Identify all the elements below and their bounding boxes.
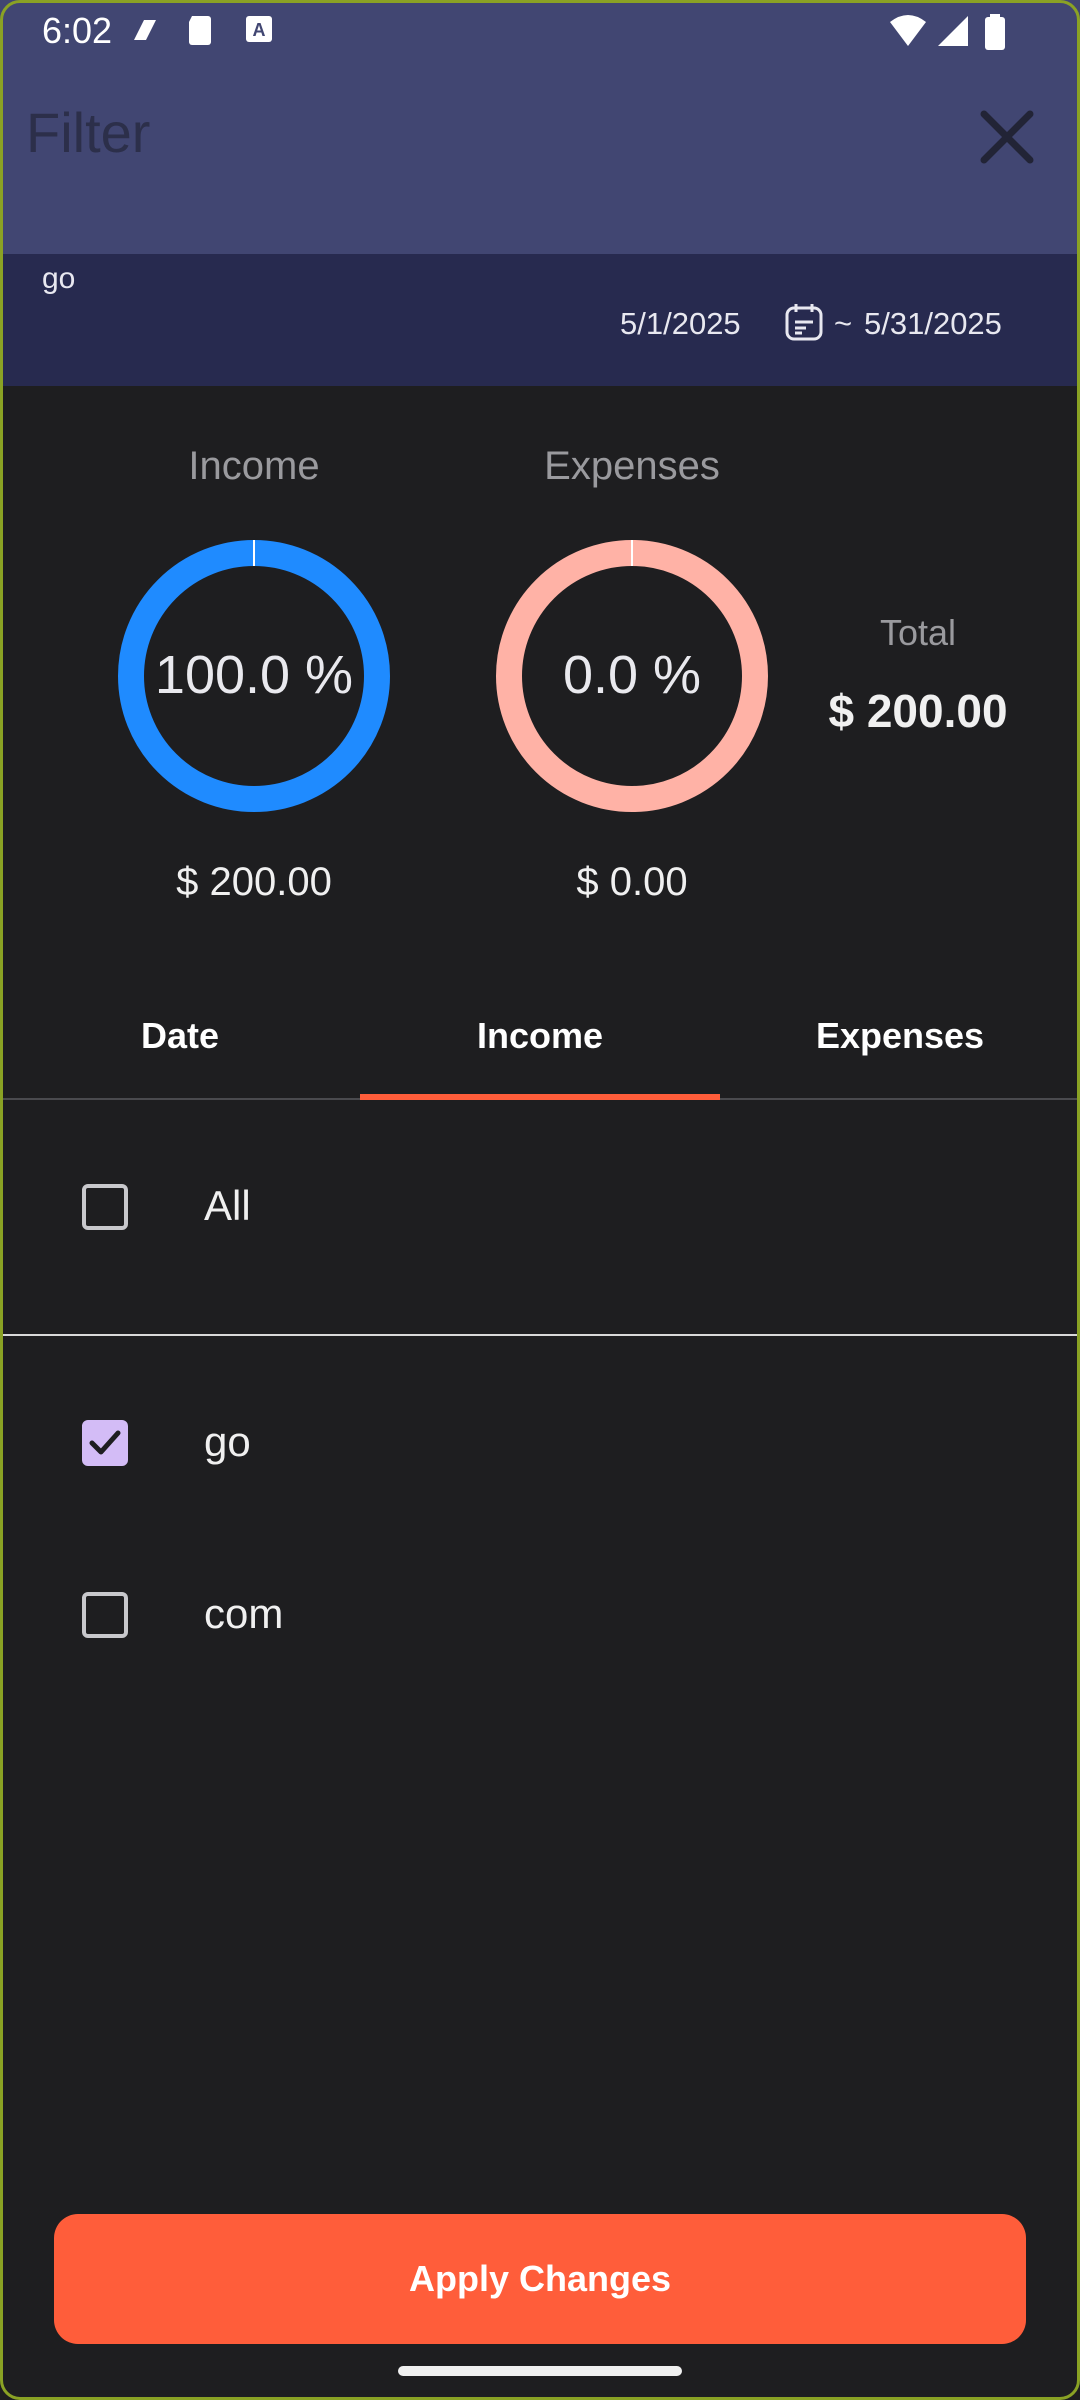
start-date[interactable]: 5/1/2025 [620, 306, 741, 342]
battery-icon [985, 14, 1005, 50]
list-item-all[interactable]: All [0, 1148, 1080, 1268]
home-indicator[interactable] [398, 2366, 682, 2376]
date-separator: ~ [834, 306, 853, 341]
all-checkbox[interactable] [82, 1184, 128, 1230]
all-label: All [204, 1182, 251, 1229]
date-range-bar: go 5/1/2025 ~ 5/31/2025 [0, 254, 1080, 386]
tab-date[interactable]: Date [0, 976, 360, 1096]
total-amount: $ 200.00 [828, 685, 1008, 737]
expenses-percent: 0.0 % [562, 645, 702, 705]
go-checkbox[interactable] [82, 1420, 128, 1466]
sd-card-icon [189, 16, 211, 45]
income-summary-label: Income [188, 444, 320, 488]
notification-icon [134, 20, 156, 40]
wifi-icon [890, 15, 926, 46]
status-time: 6:02 [42, 10, 113, 51]
tab-indicator [360, 1094, 720, 1100]
income-amount: $ 200.00 [176, 860, 332, 904]
apply-changes-button[interactable]: Apply Changes [54, 2214, 1026, 2344]
list-item[interactable]: com [0, 1556, 1080, 1676]
status-bar: 6:02 A [0, 0, 1080, 62]
tab-income[interactable]: Income [360, 976, 720, 1096]
income-percent: 100.0 % [154, 645, 354, 705]
tab-expenses[interactable]: Expenses [720, 976, 1080, 1096]
expenses-amount: $ 0.00 [576, 860, 688, 904]
end-date[interactable]: 5/31/2025 [864, 306, 1002, 342]
com-checkbox[interactable] [82, 1592, 128, 1638]
calendar-icon[interactable] [784, 302, 824, 342]
category-label: go [42, 262, 76, 295]
app-bar: Filter [0, 62, 1080, 254]
tab-bar: Date Income Expenses [0, 976, 1080, 1100]
page-title: Filter [26, 101, 151, 164]
svg-text:A: A [253, 20, 266, 40]
list-item-label: com [204, 1590, 284, 1637]
list-item-label: go [204, 1418, 251, 1465]
divider [0, 1334, 1080, 1336]
expenses-summary-label: Expenses [544, 444, 720, 488]
list-item[interactable]: go [0, 1384, 1080, 1504]
total-label: Total [879, 612, 957, 653]
keyboard-a-icon: A [246, 16, 272, 42]
close-icon[interactable] [972, 102, 1042, 172]
check-icon [89, 1430, 121, 1455]
signal-icon [938, 16, 968, 46]
